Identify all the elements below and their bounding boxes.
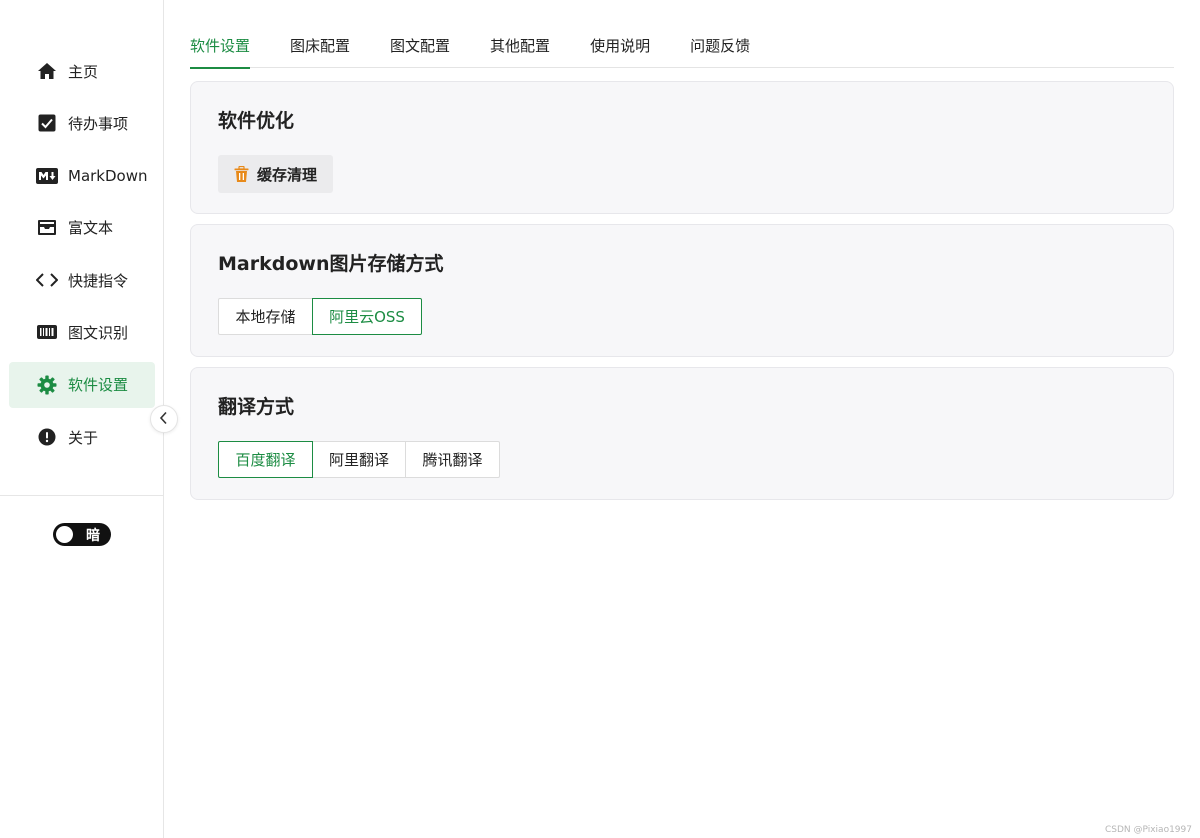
watermark: CSDN @Pixiao1997 [1104, 825, 1192, 835]
translate-title: 翻译方式 [218, 396, 295, 418]
optimize-card: 软件优化 缓存清理 [190, 81, 1174, 214]
image-storage-segmented: 本地存储 阿里云OSS [218, 298, 422, 335]
sidebar-item-home[interactable]: 主页 [9, 48, 155, 94]
sidebar-item-label: 关于 [68, 428, 99, 447]
chevron-left-icon [159, 410, 169, 429]
sidebar-item-label: 富文本 [68, 219, 114, 238]
sidebar: 主页 待办事项 MarkDown 富文本 快捷指令 图文识别 软件设置 关于 暗 [0, 0, 164, 838]
theme-toggle-label: 暗 [86, 528, 100, 544]
sidebar-item-label: 快捷指令 [68, 271, 129, 290]
inbox-icon [36, 217, 58, 239]
gear-icon [36, 374, 58, 396]
tab-instructions[interactable]: 使用说明 [590, 26, 650, 68]
aliyun-oss-option[interactable]: 阿里云OSS [312, 298, 422, 335]
image-storage-card: Markdown图片存储方式 本地存储 阿里云OSS [190, 224, 1174, 357]
checkbox-icon [36, 112, 58, 134]
barcode-icon [36, 321, 58, 343]
settings-tabs: 软件设置 图床配置 图文配置 其他配置 使用说明 问题反馈 [190, 26, 1174, 69]
toggle-knob [56, 526, 73, 543]
ali-translate-option[interactable]: 阿里翻译 [312, 441, 406, 478]
sidebar-item-label: 待办事项 [68, 114, 129, 133]
markdown-icon [36, 165, 58, 187]
sidebar-item-label: 主页 [68, 62, 99, 81]
theme-toggle[interactable]: 暗 [53, 523, 111, 546]
tab-feedback[interactable]: 问题反馈 [690, 26, 750, 68]
tab-software-settings[interactable]: 软件设置 [190, 26, 251, 69]
sidebar-item-label: MarkDown [68, 166, 148, 185]
sidebar-item-ocr[interactable]: 图文识别 [9, 309, 155, 355]
collapse-sidebar-button[interactable] [150, 405, 178, 433]
sidebar-item-todo[interactable]: 待办事项 [9, 100, 155, 146]
clear-cache-button[interactable]: 缓存清理 [218, 155, 334, 193]
clear-cache-label: 缓存清理 [257, 165, 318, 184]
image-storage-title: Markdown图片存储方式 [218, 253, 444, 275]
tab-image-host[interactable]: 图床配置 [290, 26, 350, 68]
sidebar-item-settings[interactable]: 软件设置 [9, 361, 155, 408]
translate-card: 翻译方式 百度翻译 阿里翻译 腾讯翻译 [190, 367, 1174, 500]
sidebar-item-label: 图文识别 [68, 323, 129, 342]
home-icon [36, 60, 58, 82]
code-icon [36, 269, 58, 291]
app-window: 主页 待办事项 MarkDown 富文本 快捷指令 图文识别 软件设置 关于 暗… [0, 0, 1200, 838]
sidebar-item-label: 软件设置 [68, 376, 129, 395]
trash-icon [234, 165, 249, 183]
sidebar-item-richtext[interactable]: 富文本 [9, 205, 155, 251]
sidebar-item-markdown[interactable]: MarkDown [9, 153, 155, 199]
tab-other[interactable]: 其他配置 [490, 26, 550, 68]
local-storage-option[interactable]: 本地存储 [218, 298, 313, 335]
tencent-translate-option[interactable]: 腾讯翻译 [405, 441, 500, 478]
baidu-translate-option[interactable]: 百度翻译 [218, 441, 313, 478]
sidebar-nav: 主页 待办事项 MarkDown 富文本 快捷指令 图文识别 软件设置 关于 [9, 48, 155, 466]
sidebar-item-about[interactable]: 关于 [9, 414, 155, 460]
sidebar-item-shortcuts[interactable]: 快捷指令 [9, 257, 155, 303]
translate-segmented: 百度翻译 阿里翻译 腾讯翻译 [218, 441, 500, 478]
tab-image-text[interactable]: 图文配置 [390, 26, 450, 68]
info-icon [36, 426, 58, 448]
sidebar-divider [0, 495, 163, 496]
optimize-title: 软件优化 [218, 110, 295, 132]
